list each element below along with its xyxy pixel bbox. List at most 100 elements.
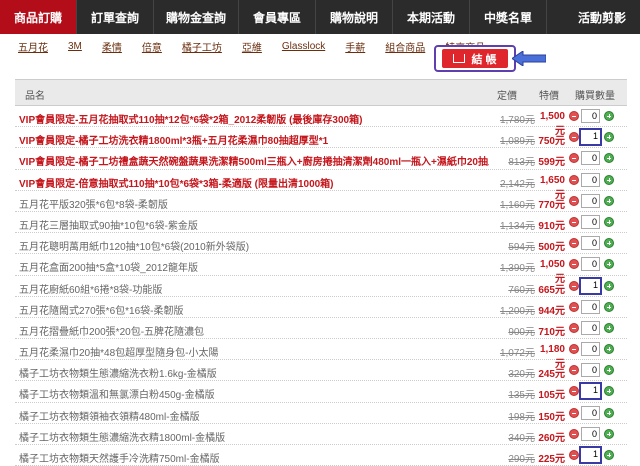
table-body: VIP會員限定-五月花抽取式110抽*12包*6袋*2箱_2012柔韌版 (最後… (15, 106, 627, 466)
quantity-input[interactable]: 0 (581, 214, 600, 229)
minus-icon[interactable] (569, 238, 579, 249)
quantity-input[interactable]: 1 (579, 128, 602, 147)
quantity-input[interactable]: 0 (581, 151, 600, 166)
plus-icon[interactable] (604, 365, 614, 376)
category-link[interactable]: 手薪 (345, 39, 365, 54)
product-name[interactable]: 五月花盒面200抽*5盒*10袋_2012龍年版 (19, 259, 489, 274)
product-name[interactable]: 橘子工坊衣物類領袖衣領精480ml-金橘版 (19, 408, 489, 423)
product-name[interactable]: VIP會員限定-倍意抽取式110抽*10包*6袋*3箱-柔適版 (限量出清100… (19, 175, 489, 190)
tab-member-area[interactable]: 會員專區 (239, 0, 316, 34)
minus-icon[interactable] (569, 344, 579, 355)
original-price: 1,390元 (499, 263, 535, 275)
quantity-input[interactable]: 0 (581, 109, 600, 123)
table-row: 五月花摺疊紙巾200張*20包-五脾花隨濃包 900元 710元 0 (15, 318, 627, 340)
quantity-input[interactable]: 0 (581, 320, 600, 335)
category-link[interactable]: 3M (68, 41, 82, 52)
product-name[interactable]: 五月花廚紙60組*6捲*8袋-功能版 (19, 281, 489, 296)
plus-icon[interactable] (604, 428, 614, 439)
minus-icon[interactable] (569, 407, 579, 418)
minus-icon[interactable] (569, 195, 579, 206)
original-price: 1,089元 (499, 136, 535, 148)
category-link[interactable]: 五月花 (18, 39, 48, 54)
plus-icon[interactable] (604, 259, 614, 270)
product-name[interactable]: 五月花三層抽取式90抽*10包*6袋-紫金版 (19, 217, 489, 232)
plus-icon[interactable] (604, 407, 614, 418)
plus-icon[interactable] (604, 301, 614, 312)
product-name[interactable]: 橘子工坊衣物類生態濃縮洗衣粉1.6kg-金橘版 (19, 365, 489, 380)
category-link[interactable]: Glasslock (282, 41, 325, 52)
minus-icon[interactable] (569, 216, 579, 227)
tab-shopping-credit[interactable]: 購物金查詢 (154, 0, 239, 34)
checkout-button[interactable]: 結 帳 (442, 49, 508, 68)
minus-icon[interactable] (569, 153, 579, 164)
tab-event-photos[interactable]: 活動剪影 (564, 0, 640, 34)
product-name[interactable]: 五月花摺疊紙巾200張*20包-五脾花隨濃包 (19, 323, 489, 338)
table-row: VIP會員限定-橘子工坊洗衣精1800ml*3瓶+五月花柔濕巾80抽超厚型*1 1… (15, 127, 627, 149)
minus-icon[interactable] (569, 132, 579, 143)
quantity-input[interactable]: 1 (579, 446, 602, 464)
product-name[interactable]: 橘子工坊衣物類溫和無氯漂白粉450g-金橘版 (19, 386, 489, 401)
plus-icon[interactable] (604, 153, 614, 164)
plus-icon[interactable] (604, 195, 614, 206)
plus-icon[interactable] (604, 174, 614, 185)
product-name[interactable]: VIP會員限定-橘子工坊禮盒蔬天然碗盤蔬果洗潔精500ml三瓶入+廚房捲抽清潔劑… (19, 153, 489, 168)
quantity-input[interactable]: 0 (581, 426, 600, 441)
minus-icon[interactable] (569, 365, 579, 376)
product-name[interactable]: 五月花聰明萬用紙巾120抽*10包*6袋(2010新外袋版) (19, 238, 489, 253)
minus-icon[interactable] (569, 174, 579, 185)
category-link[interactable]: 柔情 (102, 39, 122, 54)
original-price: 813元 (508, 157, 535, 169)
tab-order-query[interactable]: 訂單查詢 (77, 0, 154, 34)
category-link[interactable]: 組合商品 (385, 39, 425, 54)
product-name[interactable]: 五月花柔濕巾20抽*48包超厚型隨身包-小太陽 (19, 344, 489, 359)
product-name[interactable]: 五月花隨鬧式270張*6包*16袋-柔韌版 (19, 302, 489, 317)
tab-winners-list[interactable]: 中獎名單 (470, 0, 547, 34)
minus-icon[interactable] (569, 111, 579, 121)
quantity-input[interactable]: 0 (581, 405, 600, 420)
header-qty: 購買數量 (575, 91, 615, 102)
plus-icon[interactable] (604, 386, 614, 397)
plus-icon[interactable] (604, 111, 614, 121)
plus-icon[interactable] (604, 132, 614, 143)
product-name[interactable]: 橘子工坊衣物類天然護手冷洗精750ml-金橘版 (19, 450, 489, 465)
original-price: 320元 (508, 369, 535, 381)
quantity-input[interactable]: 0 (581, 257, 600, 272)
quantity-input[interactable]: 0 (581, 236, 600, 251)
product-table: 品名 定價 特價 購買數量 VIP會員限定-五月花抽取式110抽*12包*6袋*… (15, 79, 627, 466)
category-link[interactable]: 亞維 (242, 39, 262, 54)
quantity-input[interactable]: 0 (581, 363, 600, 378)
table-row: 橘子工坊衣物類生態濃縮洗衣精1800ml-金橘版 340元 260元 0 (15, 424, 627, 445)
plus-icon[interactable] (604, 450, 614, 460)
cart-icon (453, 54, 466, 63)
minus-icon[interactable] (569, 322, 579, 333)
plus-icon[interactable] (604, 216, 614, 227)
minus-icon[interactable] (569, 428, 579, 439)
product-name[interactable]: 五月花平版320張*6包*8袋-柔韌版 (19, 196, 489, 211)
plus-icon[interactable] (604, 280, 614, 291)
plus-icon[interactable] (604, 238, 614, 249)
quantity-input[interactable]: 1 (579, 382, 602, 401)
minus-icon[interactable] (569, 301, 579, 312)
product-name[interactable]: VIP會員限定-五月花抽取式110抽*12包*6袋*2箱_2012柔韌版 (最後… (19, 111, 489, 126)
product-name[interactable]: 橘子工坊衣物類生態濃縮洗衣精1800ml-金橘版 (19, 429, 489, 444)
product-name[interactable]: VIP會員限定-橘子工坊洗衣精1800ml*3瓶+五月花柔濕巾80抽超厚型*1 (19, 132, 489, 147)
quantity-input[interactable]: 0 (581, 193, 600, 208)
minus-icon[interactable] (569, 259, 579, 270)
tab-current-event[interactable]: 本期活動 (393, 0, 470, 34)
category-link[interactable]: 倍意 (142, 39, 162, 54)
plus-icon[interactable] (604, 322, 614, 333)
category-link[interactable]: 橘子工坊 (182, 39, 222, 54)
minus-icon[interactable] (569, 450, 579, 460)
quantity-input[interactable]: 0 (581, 172, 600, 187)
sale-price: 599元 (538, 157, 565, 169)
tab-product-order[interactable]: 商品訂購 (0, 0, 77, 34)
header-name: 品名 (25, 91, 45, 102)
table-row: 橘子工坊衣物類生態濃縮洗衣粉1.6kg-金橘版 320元 245元 0 (15, 360, 627, 382)
tab-shopping-guide[interactable]: 購物說明 (316, 0, 393, 34)
quantity-input[interactable]: 0 (581, 342, 600, 357)
quantity-input[interactable]: 0 (581, 299, 600, 314)
minus-icon[interactable] (569, 280, 579, 291)
quantity-input[interactable]: 1 (579, 276, 602, 295)
plus-icon[interactable] (604, 344, 614, 355)
minus-icon[interactable] (569, 386, 579, 397)
